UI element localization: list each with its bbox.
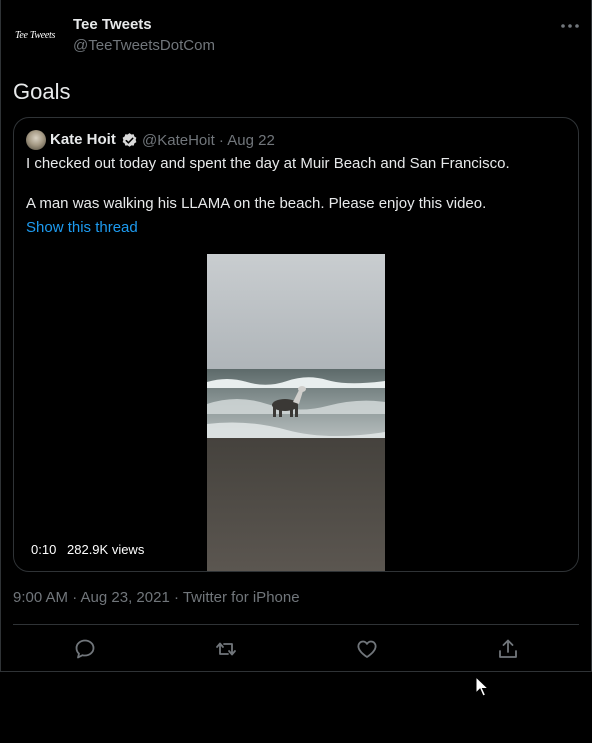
author-display-name[interactable]: Tee Tweets [73,16,152,33]
video-view-count: 282.9K views [67,542,145,557]
quoted-tweet[interactable]: Kate Hoit @KateHoit · Aug 22 I checked o… [13,117,579,572]
like-icon[interactable] [355,637,379,661]
quoted-tweet-text-line: A man was walking his LLAMA on the beach… [26,195,487,212]
retweet-icon[interactable] [214,637,238,661]
tweet-card: Tee Tweets Tee Tweets @TeeTweetsDotCom G… [0,0,592,672]
share-icon[interactable] [496,637,520,661]
reply-icon[interactable] [73,637,97,661]
author-avatar-logo[interactable]: Tee Tweets [15,30,61,44]
tweet-text: Goals [13,79,71,104]
quoted-author-handle-date[interactable]: @KateHoit · Aug 22 [142,132,275,149]
mouse-cursor-icon [475,676,489,697]
tweet-timestamp-source[interactable]: 9:00 AM · Aug 23, 2021 · Twitter for iPh… [13,589,300,606]
video-duration: 0:10 [31,542,57,557]
verified-badge-icon [122,133,137,147]
quoted-author-name[interactable]: Kate Hoit [50,131,116,148]
quoted-tweet-text-line: I checked out today and spent the day at… [26,155,510,172]
video-player[interactable] [207,254,385,571]
more-options-icon[interactable] [559,18,581,34]
author-handle[interactable]: @TeeTweetsDotCom [73,37,215,54]
show-thread-link[interactable]: Show this thread [26,219,138,236]
divider [13,624,579,625]
quoted-author-avatar[interactable] [26,130,46,150]
